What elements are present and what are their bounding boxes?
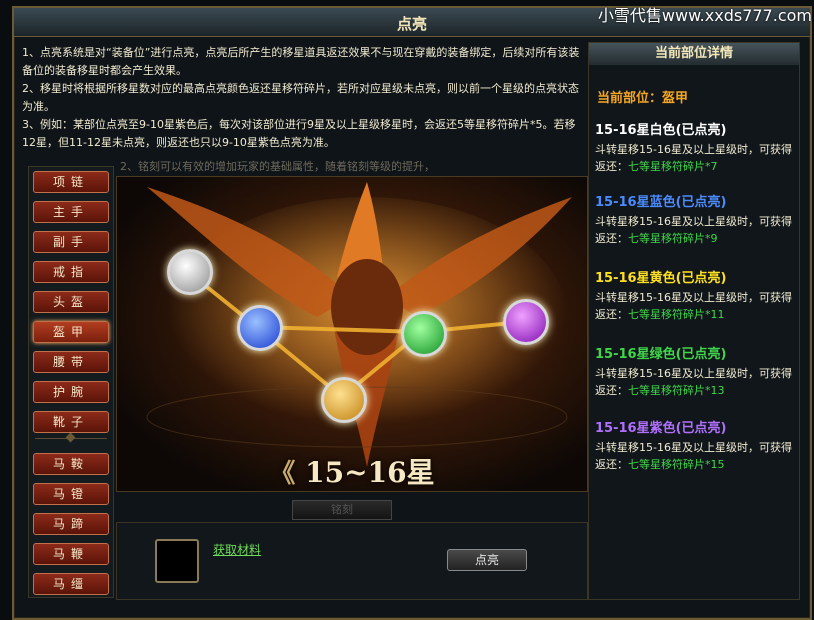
tier-description: 斗转星移15-16星及以上星级时，可获得返还：七等星移符碎片*9 <box>595 213 795 247</box>
slot-button[interactable]: 马镫 <box>33 483 109 505</box>
star-level-banner: 《 15~16星 》 <box>252 451 452 489</box>
tier-entry: 15-16星绿色(已点亮) 斗转星移15-16星及以上星级时，可获得返还：七等星移… <box>595 343 795 399</box>
tier-entry: 15-16星紫色(已点亮) 斗转星移15-16星及以上星级时，可获得返还：七等星移… <box>595 417 795 473</box>
blue-gem-icon[interactable] <box>237 305 283 351</box>
tier-entry: 15-16星蓝色(已点亮) 斗转星移15-16星及以上星级时，可获得返还：七等星移… <box>595 191 795 247</box>
gold-gem-icon[interactable] <box>321 377 367 423</box>
star-level-label: 15~16星 <box>305 456 435 489</box>
green-gem-icon[interactable] <box>401 311 447 357</box>
slot-button[interactable]: 护腕 <box>33 381 109 403</box>
purple-gem-icon[interactable] <box>503 299 549 345</box>
tier-title: 15-16星绿色(已点亮) <box>595 347 727 362</box>
light-up-button[interactable]: 点亮 <box>447 549 527 571</box>
tier-description: 斗转星移15-16星及以上星级时，可获得返还：七等星移符碎片*13 <box>595 365 795 399</box>
arrow-left-icon[interactable]: 《 <box>269 459 295 489</box>
art-hint-text: 2、铭刻可以有效的增加玩家的基础属性，随着铭刻等级的提升， <box>120 160 435 173</box>
tier-reward: 七等星移符碎片*9 <box>628 232 718 245</box>
watermark: 小雪代售www.xxds777.com <box>597 6 812 25</box>
slot-button[interactable]: 副手 <box>33 231 109 253</box>
tier-title: 15-16星紫色(已点亮) <box>595 421 727 436</box>
tier-title: 15-16星蓝色(已点亮) <box>595 195 727 210</box>
divider-gem-icon <box>65 432 76 443</box>
slot-button[interactable]: 项链 <box>33 171 109 193</box>
tier-description: 斗转星移15-16星及以上星级时，可获得返还：七等星移符碎片*15 <box>595 439 795 473</box>
slot-button[interactable]: 靴子 <box>33 411 109 433</box>
description-line-1: 1、点亮系统是对“装备位”进行点亮，点亮后所产生的移星道具返还效果不与现在穿戴的… <box>22 46 580 77</box>
tier-entry: 15-16星黄色(已点亮) 斗转星移15-16星及以上星级时，可获得返还：七等星移… <box>595 267 795 323</box>
slot-button[interactable]: 主手 <box>33 201 109 223</box>
slot-button[interactable]: 马蹄 <box>33 513 109 535</box>
tier-entry: 15-16星白色(已点亮) 斗转星移15-16星及以上星级时，可获得返还：七等星移… <box>595 119 795 175</box>
tier-reward: 七等星移符碎片*7 <box>628 160 718 173</box>
description-line-3: 3、例如：某部位点亮至9-10星紫色后，每次对该部位进行9星及以上星级移星时，会… <box>22 118 576 149</box>
material-slot[interactable] <box>155 539 199 583</box>
tier-reward: 七等星移符碎片*15 <box>628 458 725 471</box>
engrave-button: 铭刻 <box>292 500 392 520</box>
tier-reward: 七等星移符碎片*11 <box>628 308 725 321</box>
slot-button[interactable]: 盔甲 <box>33 321 109 343</box>
slot-menu: 项链主手副手戒指头盔盔甲腰带护腕靴子马鞍马镫马蹄马鞭马缰 <box>28 166 114 598</box>
slot-button[interactable]: 腰带 <box>33 351 109 373</box>
slot-button[interactable]: 头盔 <box>33 291 109 313</box>
current-slot-label: 当前部位：盔甲 <box>597 91 689 106</box>
tier-reward: 七等星移符碎片*13 <box>628 384 725 397</box>
slot-detail-panel: 当前部位详情 当前部位：盔甲 15-16星白色(已点亮) 斗转星移15-16星及以… <box>588 42 800 600</box>
slot-button[interactable]: 马鞭 <box>33 543 109 565</box>
tier-title: 15-16星白色(已点亮) <box>595 123 727 138</box>
get-material-link[interactable]: 获取材料 <box>213 541 261 558</box>
detail-heading: 当前部位详情 <box>589 43 799 65</box>
white-gem-icon[interactable] <box>167 249 213 295</box>
phoenix-art: 《 15~16星 》 <box>116 176 588 492</box>
description-panel: 1、点亮系统是对“装备位”进行点亮，点亮后所产生的移星道具返还效果不与现在穿戴的… <box>22 44 584 156</box>
slot-button[interactable]: 马鞍 <box>33 453 109 475</box>
tier-description: 斗转星移15-16星及以上星级时，可获得返还：七等星移符碎片*11 <box>595 289 795 323</box>
slot-button[interactable]: 戒指 <box>33 261 109 283</box>
tier-description: 斗转星移15-16星及以上星级时，可获得返还：七等星移符碎片*7 <box>595 141 795 175</box>
material-panel: 获取材料 点亮 <box>116 522 588 600</box>
tier-title: 15-16星黄色(已点亮) <box>595 271 727 286</box>
description-line-2: 2、移星时将根据所移星数对应的最高点亮颜色返还星移符碎片，若所对应星级未点亮，则… <box>22 82 579 113</box>
slot-button[interactable]: 马缰 <box>33 573 109 595</box>
